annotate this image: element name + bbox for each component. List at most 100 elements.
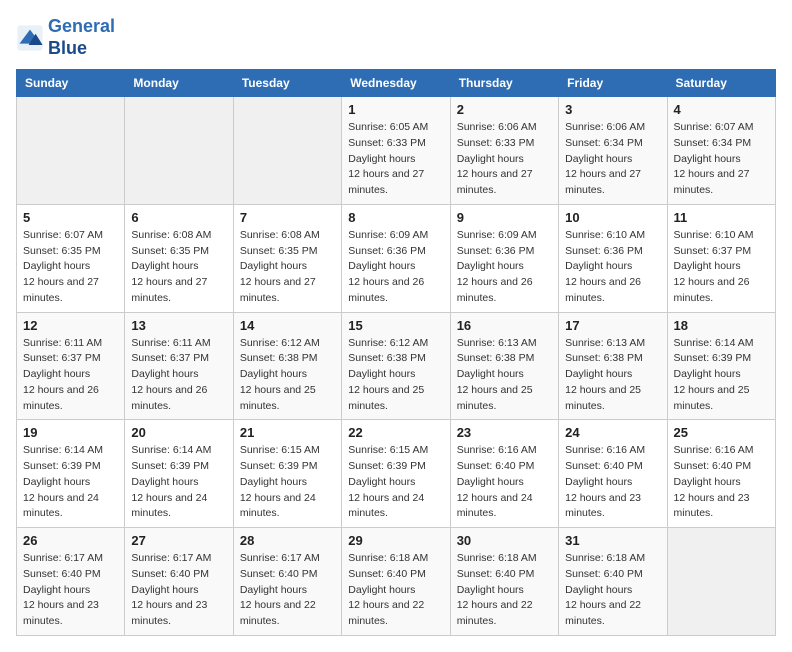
day-number: 23: [457, 425, 552, 440]
day-number: 28: [240, 533, 335, 548]
day-number: 9: [457, 210, 552, 225]
day-number: 14: [240, 318, 335, 333]
day-number: 3: [565, 102, 660, 117]
day-info: Sunrise: 6:16 AM Sunset: 6:40 PM Dayligh…: [565, 443, 660, 522]
day-number: 24: [565, 425, 660, 440]
page-header: General Blue: [16, 16, 776, 59]
day-number: 6: [131, 210, 226, 225]
day-info: Sunrise: 6:11 AM Sunset: 6:37 PM Dayligh…: [131, 336, 226, 415]
calendar-table: SundayMondayTuesdayWednesdayThursdayFrid…: [16, 69, 776, 636]
calendar-cell: 22 Sunrise: 6:15 AM Sunset: 6:39 PM Dayl…: [342, 420, 450, 528]
day-info: Sunrise: 6:17 AM Sunset: 6:40 PM Dayligh…: [23, 551, 118, 630]
day-info: Sunrise: 6:08 AM Sunset: 6:35 PM Dayligh…: [240, 228, 335, 307]
column-header-wednesday: Wednesday: [342, 70, 450, 97]
calendar-cell: 4 Sunrise: 6:07 AM Sunset: 6:34 PM Dayli…: [667, 97, 775, 205]
logo-text: General Blue: [48, 16, 115, 59]
calendar-week-1: 1 Sunrise: 6:05 AM Sunset: 6:33 PM Dayli…: [17, 97, 776, 205]
column-header-sunday: Sunday: [17, 70, 125, 97]
day-number: 13: [131, 318, 226, 333]
calendar-cell: 3 Sunrise: 6:06 AM Sunset: 6:34 PM Dayli…: [559, 97, 667, 205]
calendar-cell: [667, 528, 775, 636]
day-info: Sunrise: 6:12 AM Sunset: 6:38 PM Dayligh…: [348, 336, 443, 415]
calendar-cell: 8 Sunrise: 6:09 AM Sunset: 6:36 PM Dayli…: [342, 204, 450, 312]
calendar-cell: 19 Sunrise: 6:14 AM Sunset: 6:39 PM Dayl…: [17, 420, 125, 528]
day-info: Sunrise: 6:10 AM Sunset: 6:36 PM Dayligh…: [565, 228, 660, 307]
calendar-cell: 14 Sunrise: 6:12 AM Sunset: 6:38 PM Dayl…: [233, 312, 341, 420]
calendar-cell: 2 Sunrise: 6:06 AM Sunset: 6:33 PM Dayli…: [450, 97, 558, 205]
calendar-cell: 23 Sunrise: 6:16 AM Sunset: 6:40 PM Dayl…: [450, 420, 558, 528]
day-number: 30: [457, 533, 552, 548]
calendar-cell: 16 Sunrise: 6:13 AM Sunset: 6:38 PM Dayl…: [450, 312, 558, 420]
calendar-cell: 20 Sunrise: 6:14 AM Sunset: 6:39 PM Dayl…: [125, 420, 233, 528]
calendar-cell: 18 Sunrise: 6:14 AM Sunset: 6:39 PM Dayl…: [667, 312, 775, 420]
calendar-week-3: 12 Sunrise: 6:11 AM Sunset: 6:37 PM Dayl…: [17, 312, 776, 420]
day-info: Sunrise: 6:18 AM Sunset: 6:40 PM Dayligh…: [348, 551, 443, 630]
column-header-thursday: Thursday: [450, 70, 558, 97]
calendar-cell: 11 Sunrise: 6:10 AM Sunset: 6:37 PM Dayl…: [667, 204, 775, 312]
day-number: 12: [23, 318, 118, 333]
day-number: 5: [23, 210, 118, 225]
calendar-cell: 9 Sunrise: 6:09 AM Sunset: 6:36 PM Dayli…: [450, 204, 558, 312]
calendar-cell: 17 Sunrise: 6:13 AM Sunset: 6:38 PM Dayl…: [559, 312, 667, 420]
calendar-cell: 6 Sunrise: 6:08 AM Sunset: 6:35 PM Dayli…: [125, 204, 233, 312]
day-info: Sunrise: 6:17 AM Sunset: 6:40 PM Dayligh…: [131, 551, 226, 630]
calendar-cell: 12 Sunrise: 6:11 AM Sunset: 6:37 PM Dayl…: [17, 312, 125, 420]
day-number: 11: [674, 210, 769, 225]
calendar-cell: 1 Sunrise: 6:05 AM Sunset: 6:33 PM Dayli…: [342, 97, 450, 205]
day-number: 16: [457, 318, 552, 333]
calendar-cell: 7 Sunrise: 6:08 AM Sunset: 6:35 PM Dayli…: [233, 204, 341, 312]
day-info: Sunrise: 6:13 AM Sunset: 6:38 PM Dayligh…: [565, 336, 660, 415]
calendar-week-5: 26 Sunrise: 6:17 AM Sunset: 6:40 PM Dayl…: [17, 528, 776, 636]
day-number: 17: [565, 318, 660, 333]
calendar-cell: 15 Sunrise: 6:12 AM Sunset: 6:38 PM Dayl…: [342, 312, 450, 420]
day-number: 1: [348, 102, 443, 117]
day-number: 29: [348, 533, 443, 548]
day-info: Sunrise: 6:15 AM Sunset: 6:39 PM Dayligh…: [240, 443, 335, 522]
calendar-cell: [233, 97, 341, 205]
column-header-monday: Monday: [125, 70, 233, 97]
day-info: Sunrise: 6:14 AM Sunset: 6:39 PM Dayligh…: [23, 443, 118, 522]
day-number: 18: [674, 318, 769, 333]
day-number: 26: [23, 533, 118, 548]
day-info: Sunrise: 6:14 AM Sunset: 6:39 PM Dayligh…: [674, 336, 769, 415]
day-info: Sunrise: 6:05 AM Sunset: 6:33 PM Dayligh…: [348, 120, 443, 199]
day-number: 20: [131, 425, 226, 440]
day-info: Sunrise: 6:06 AM Sunset: 6:33 PM Dayligh…: [457, 120, 552, 199]
day-info: Sunrise: 6:16 AM Sunset: 6:40 PM Dayligh…: [674, 443, 769, 522]
day-info: Sunrise: 6:09 AM Sunset: 6:36 PM Dayligh…: [348, 228, 443, 307]
day-info: Sunrise: 6:06 AM Sunset: 6:34 PM Dayligh…: [565, 120, 660, 199]
day-info: Sunrise: 6:07 AM Sunset: 6:35 PM Dayligh…: [23, 228, 118, 307]
day-info: Sunrise: 6:08 AM Sunset: 6:35 PM Dayligh…: [131, 228, 226, 307]
day-info: Sunrise: 6:11 AM Sunset: 6:37 PM Dayligh…: [23, 336, 118, 415]
day-info: Sunrise: 6:07 AM Sunset: 6:34 PM Dayligh…: [674, 120, 769, 199]
day-number: 4: [674, 102, 769, 117]
day-info: Sunrise: 6:10 AM Sunset: 6:37 PM Dayligh…: [674, 228, 769, 307]
day-number: 22: [348, 425, 443, 440]
calendar-cell: [17, 97, 125, 205]
day-number: 21: [240, 425, 335, 440]
day-number: 7: [240, 210, 335, 225]
calendar-cell: 29 Sunrise: 6:18 AM Sunset: 6:40 PM Dayl…: [342, 528, 450, 636]
day-info: Sunrise: 6:16 AM Sunset: 6:40 PM Dayligh…: [457, 443, 552, 522]
logo: General Blue: [16, 16, 115, 59]
calendar-week-4: 19 Sunrise: 6:14 AM Sunset: 6:39 PM Dayl…: [17, 420, 776, 528]
day-number: 25: [674, 425, 769, 440]
calendar-cell: 5 Sunrise: 6:07 AM Sunset: 6:35 PM Dayli…: [17, 204, 125, 312]
day-info: Sunrise: 6:15 AM Sunset: 6:39 PM Dayligh…: [348, 443, 443, 522]
day-number: 8: [348, 210, 443, 225]
calendar-cell: 30 Sunrise: 6:18 AM Sunset: 6:40 PM Dayl…: [450, 528, 558, 636]
day-info: Sunrise: 6:18 AM Sunset: 6:40 PM Dayligh…: [565, 551, 660, 630]
calendar-cell: 13 Sunrise: 6:11 AM Sunset: 6:37 PM Dayl…: [125, 312, 233, 420]
calendar-cell: 24 Sunrise: 6:16 AM Sunset: 6:40 PM Dayl…: [559, 420, 667, 528]
calendar-cell: 10 Sunrise: 6:10 AM Sunset: 6:36 PM Dayl…: [559, 204, 667, 312]
day-number: 27: [131, 533, 226, 548]
calendar-week-2: 5 Sunrise: 6:07 AM Sunset: 6:35 PM Dayli…: [17, 204, 776, 312]
calendar-cell: 31 Sunrise: 6:18 AM Sunset: 6:40 PM Dayl…: [559, 528, 667, 636]
column-header-friday: Friday: [559, 70, 667, 97]
calendar-cell: 26 Sunrise: 6:17 AM Sunset: 6:40 PM Dayl…: [17, 528, 125, 636]
day-info: Sunrise: 6:14 AM Sunset: 6:39 PM Dayligh…: [131, 443, 226, 522]
calendar-cell: 28 Sunrise: 6:17 AM Sunset: 6:40 PM Dayl…: [233, 528, 341, 636]
day-number: 31: [565, 533, 660, 548]
calendar-cell: 21 Sunrise: 6:15 AM Sunset: 6:39 PM Dayl…: [233, 420, 341, 528]
column-header-tuesday: Tuesday: [233, 70, 341, 97]
